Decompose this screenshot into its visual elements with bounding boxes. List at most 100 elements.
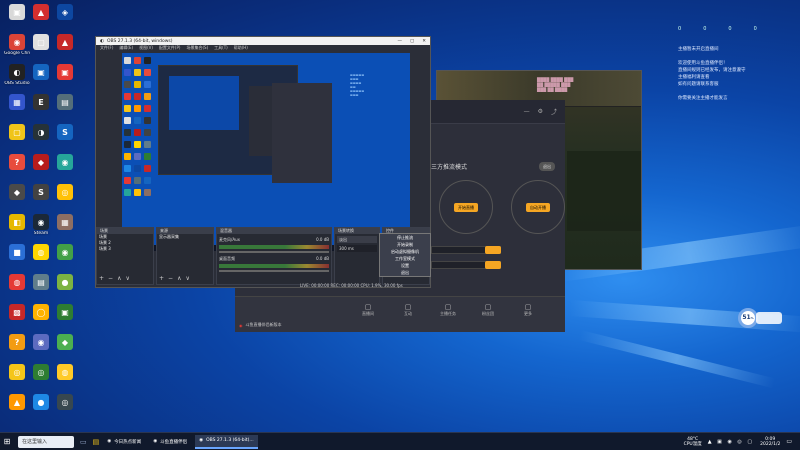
start-live-button[interactable]: 开始直播 xyxy=(454,202,478,212)
down-icon[interactable]: ∨ xyxy=(185,275,189,282)
volume-slider[interactable] xyxy=(219,251,329,253)
auto-live-button[interactable]: 自动开播 xyxy=(526,202,550,212)
desktop-icon[interactable]: ▲ xyxy=(4,394,30,411)
maximize-icon[interactable]: ▢ xyxy=(410,39,414,44)
taskbar-app[interactable]: ◉ 今日热点新闻 xyxy=(103,435,145,449)
desktop-icon[interactable]: ◉ Steam xyxy=(28,214,54,236)
copy-url-button[interactable] xyxy=(485,246,501,254)
desktop-icon[interactable]: ◍ xyxy=(28,244,54,261)
volume-meter[interactable] xyxy=(219,245,329,249)
transition-select[interactable]: 淡出 xyxy=(337,236,377,243)
desktop-icon[interactable]: ▤ xyxy=(28,274,54,291)
duration-input[interactable]: 300 ms xyxy=(337,245,377,252)
up-icon[interactable]: ∧ xyxy=(117,275,121,282)
desktop-icon[interactable]: ▦ xyxy=(4,94,30,111)
desktop-icon[interactable]: ▣ xyxy=(52,64,78,81)
clock[interactable]: 0:09 2022/1/2 xyxy=(760,437,780,447)
desktop-icon[interactable]: ◑ xyxy=(28,124,54,141)
share-icon[interactable]: ⤴ xyxy=(551,107,557,116)
desktop-icon[interactable]: ◎ xyxy=(28,364,54,381)
taskbar-app[interactable]: ◉ 斗鱼直播伴侣 xyxy=(149,435,191,449)
desktop-icon[interactable]: S xyxy=(52,124,78,141)
controls-menu-item[interactable]: 设置 xyxy=(380,262,430,269)
desktop-icon[interactable]: ▢ xyxy=(4,124,30,141)
desktop-icon[interactable]: ● xyxy=(52,274,78,291)
controls-menu-item[interactable]: 开始录制 xyxy=(380,241,430,248)
minimize-icon[interactable]: — xyxy=(397,39,402,44)
down-icon[interactable]: ∨ xyxy=(125,275,129,282)
desktop-icon[interactable]: E xyxy=(28,94,54,111)
live-toolbar-button[interactable]: ▢ 粉丝团 xyxy=(477,303,499,317)
explorer-icon[interactable]: ▤ xyxy=(93,438,100,446)
live-toolbar-button[interactable]: ▢ 互动 xyxy=(397,303,419,317)
settings-icon[interactable]: ⚙ xyxy=(538,108,543,115)
desktop-icon[interactable]: ◎ xyxy=(52,184,78,201)
desktop-icon[interactable]: ? xyxy=(4,154,30,171)
scene-item[interactable]: 场景 3 xyxy=(99,246,153,252)
desktop-icon[interactable]: ? xyxy=(4,334,30,351)
desktop-icon[interactable]: ◐ OBS Studio xyxy=(4,64,30,86)
controls-menu-item[interactable]: 停止推流 xyxy=(380,234,430,241)
desktop-icon[interactable]: ◆ xyxy=(52,334,78,351)
exit-button[interactable]: 退出 xyxy=(539,162,555,171)
live-toolbar-button[interactable]: ▢ 更多 xyxy=(517,303,539,317)
obs-menu-item[interactable]: 文件(F) xyxy=(100,45,113,51)
desktop-icon[interactable]: ◉ xyxy=(28,334,54,351)
source-item[interactable]: 显示器采集 xyxy=(159,234,213,240)
add-icon[interactable]: + xyxy=(159,275,164,282)
desktop-icon[interactable]: ◎ xyxy=(52,394,78,411)
desktop-icon[interactable]: ◆ xyxy=(28,154,54,171)
notification-icon[interactable]: ▭ xyxy=(786,438,792,445)
desktop-icon[interactable]: ◯ xyxy=(28,304,54,321)
desktop-icon[interactable]: ◆ xyxy=(4,184,30,201)
volume-slider[interactable] xyxy=(219,270,329,272)
desktop-icon[interactable]: ▦ xyxy=(52,214,78,231)
desktop-icon[interactable]: S xyxy=(28,184,54,201)
add-icon[interactable]: + xyxy=(99,275,104,282)
desktop-icon[interactable]: ● xyxy=(28,394,54,411)
obs-menu-item[interactable]: 工具(T) xyxy=(214,45,228,51)
desktop-icon[interactable]: ▲ xyxy=(52,34,78,51)
desktop-icon[interactable]: ■ xyxy=(4,244,30,261)
desktop-icon[interactable]: ▤ xyxy=(52,94,78,111)
obs-menu-item[interactable]: 配置文件(P) xyxy=(159,45,181,51)
obs-menu-item[interactable]: 场景集合(S) xyxy=(186,45,208,51)
desktop-icon[interactable]: ▢ xyxy=(28,34,54,51)
controls-menu-item[interactable]: 工作室模式 xyxy=(380,255,430,262)
start-icon[interactable]: ⊞ xyxy=(0,437,14,446)
live-toolbar-button[interactable]: ▢ 主播任务 xyxy=(437,303,459,317)
close-icon[interactable]: ✕ xyxy=(422,39,426,44)
taskbar-search[interactable]: 在这里输入 xyxy=(18,435,74,448)
desktop-icon[interactable]: ◍ xyxy=(52,364,78,381)
minimize-icon[interactable]: — xyxy=(524,108,530,115)
obs-menu-item[interactable]: 帮助(H) xyxy=(234,45,248,51)
desktop-icon[interactable]: ◉Google Chrome xyxy=(4,34,30,56)
obs-menu-item[interactable]: 视图(V) xyxy=(139,45,153,51)
desktop-icon[interactable]: ▣ xyxy=(4,4,30,21)
remove-icon[interactable]: − xyxy=(108,275,113,282)
up-icon[interactable]: ∧ xyxy=(177,275,181,282)
remove-icon[interactable]: − xyxy=(168,275,173,282)
desktop-icon[interactable]: ▲ xyxy=(28,4,54,21)
start-live-circle[interactable]: 开始直播 xyxy=(439,180,493,234)
desktop-icon[interactable]: ◉ xyxy=(52,244,78,261)
desktop-icon[interactable]: ▣ xyxy=(52,304,78,321)
obs-preview[interactable]: ▬▬▬▬▬ ▬▬▬ ▬▬▬▬ ▬▬ ▬▬▬▬▬ ▬▬▬ xyxy=(122,53,410,251)
tray-icons[interactable]: ▲ ▣ ◉ ◎ ▢ xyxy=(708,439,754,445)
desktop-icon[interactable]: ▣ xyxy=(28,64,54,81)
controls-menu-item[interactable]: 退出 xyxy=(380,269,430,276)
task-view-icon[interactable]: ▭ xyxy=(80,438,87,446)
copy-key-button[interactable] xyxy=(485,261,501,269)
auto-live-circle[interactable]: 自动开播 xyxy=(511,180,565,234)
desktop-icon[interactable]: ◉ xyxy=(52,154,78,171)
obs-menu-item[interactable]: 编辑(E) xyxy=(119,45,133,51)
desktop-icon[interactable]: ◈ xyxy=(52,4,78,21)
taskbar-app[interactable]: ◉ OBS 27.1.3 (64-bit)... xyxy=(195,434,258,449)
volume-meter[interactable] xyxy=(219,264,329,268)
desktop-icon[interactable]: ◍ xyxy=(4,274,30,291)
desktop-icon[interactable]: ◎ xyxy=(4,364,30,381)
desktop-icon[interactable]: ▩ xyxy=(4,304,30,321)
live-toolbar-button[interactable]: ▢ 直播间 xyxy=(357,303,379,317)
controls-menu-item[interactable]: 启动虚拟摄像机 xyxy=(380,248,430,255)
desktop-icon[interactable]: ◧ xyxy=(4,214,30,231)
